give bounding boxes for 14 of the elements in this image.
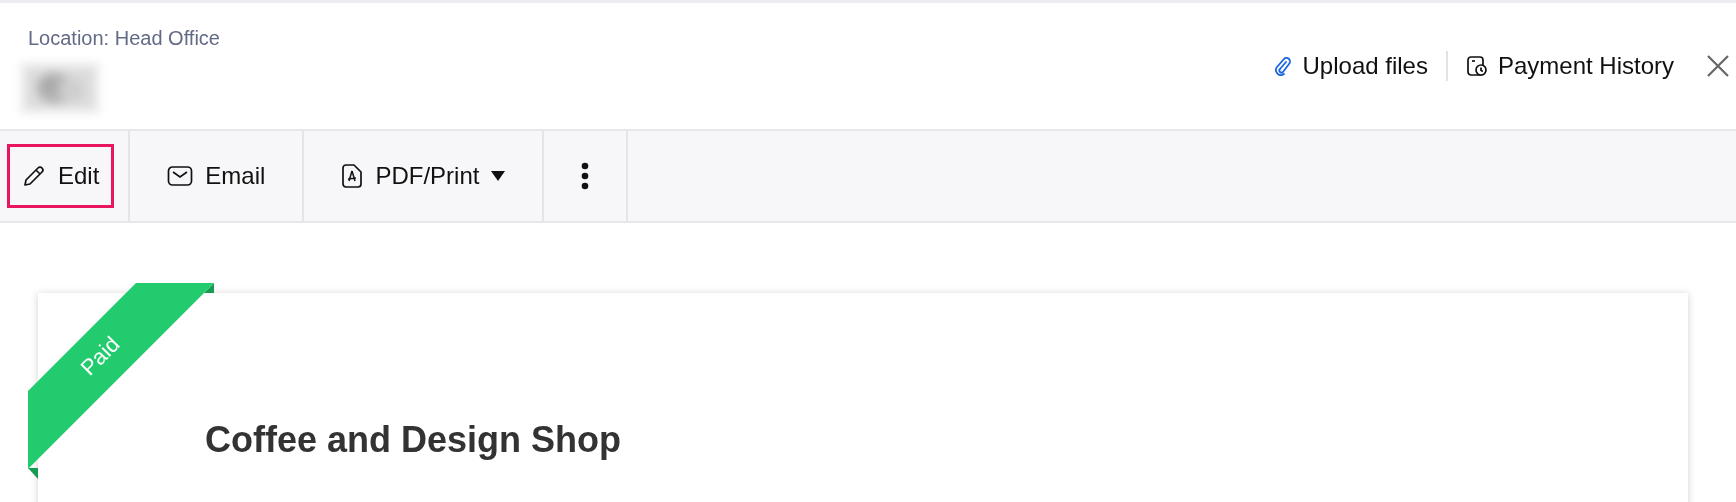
toolbar-button[interactable]: PDF/Print <box>326 144 521 208</box>
paperclip-icon <box>1272 56 1293 76</box>
header-link[interactable]: Payment History <box>1457 50 1682 82</box>
toolbar-button[interactable]: Email <box>152 144 281 208</box>
toolbar-button[interactable]: Edit <box>7 144 115 208</box>
more-dots-icon <box>581 162 590 190</box>
close-button[interactable] <box>1706 54 1730 78</box>
pdf-file-icon <box>341 163 364 189</box>
company-name: Coffee and Design Shop <box>205 419 622 461</box>
envelope-icon <box>167 165 194 187</box>
location-label: Location: Head Office <box>27 27 220 50</box>
header-link[interactable]: Upload files <box>1264 50 1436 82</box>
receipt-clock-icon <box>1465 55 1488 77</box>
pencil-icon <box>22 164 46 188</box>
